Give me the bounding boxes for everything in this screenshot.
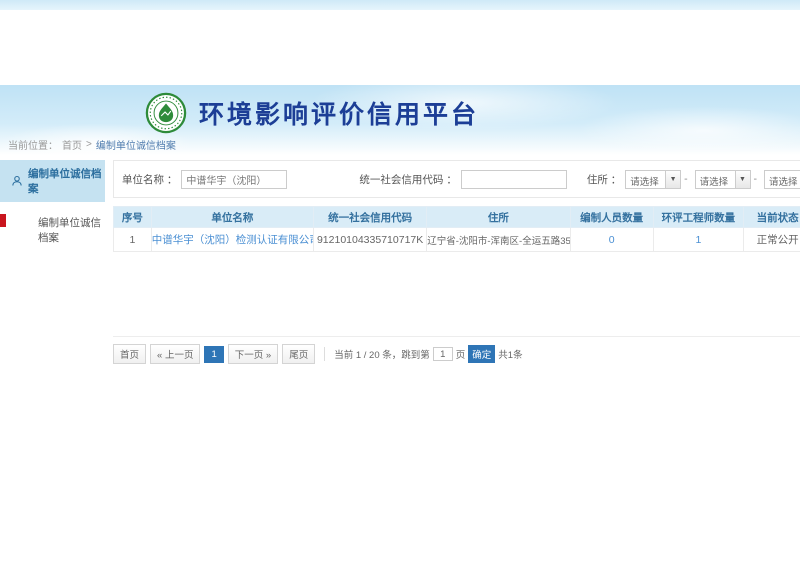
jump-page-input[interactable] [433,347,453,361]
mee-logo-icon [145,92,187,134]
col-staff-count: 编制人员数量 [570,207,653,228]
pagination: 首页 « 上一页 1 下一页 » 尾页 当前 1 / 20 条，跳到第 页 确定… [113,336,800,364]
breadcrumb-label: 当前位置： [8,137,58,152]
breadcrumb-home-link[interactable]: 首页 [62,137,82,152]
breadcrumb: 当前位置： 首页 > 编制单位诚信档案 [8,137,176,152]
unit-name-link[interactable]: 中谱华宇（沈阳）检测认证有限公司 [152,234,314,246]
first-page-button[interactable]: 首页 [113,344,146,364]
pager-info-suffix: 页 [456,347,466,361]
chevron-down-icon[interactable]: ▼ [665,171,680,188]
table-header-row: 序号 单位名称 统一社会信用代码 住所 编制人员数量 环评工程师数量 当前状态 … [114,207,800,228]
page-title: 环境影响评价信用平台 [199,95,479,131]
header-band: 环境影响评价信用平台 当前位置： 首页 > 编制单位诚信档案 [0,85,800,155]
col-status: 当前状态 [744,207,800,228]
total-count: 共1条 [498,347,522,361]
pager-info: 当前 1 / 20 条，跳到第 页 确定 共1条 [334,345,522,363]
staff-count-link[interactable]: 0 [609,234,615,246]
credit-code-input[interactable] [461,170,567,189]
address-label: 住所 ： [587,172,621,187]
unit-name-input[interactable] [181,170,287,189]
search-panel: 单位名称 ： 统一社会信用代码 ： 住所 ： 请选择 ▼ - 请选择 ▼ - 请… [113,160,800,198]
cell-address: 辽宁省-沈阳市-浑南区-全运五路35-1号楼902 [427,228,570,252]
unit-name-label: 单位名称 ： [122,172,177,187]
active-item-marker [0,214,6,227]
cell-credit-code: 91210104335710717K [314,228,427,252]
table-row: 1 中谱华宇（沈阳）检测认证有限公司 91210104335710717K 辽宁… [114,228,800,252]
credit-code-label: 统一社会信用代码 ： [359,172,456,187]
main-content: 单位名称 ： 统一社会信用代码 ： 住所 ： 请选择 ▼ - 请选择 ▼ - 请… [113,160,800,364]
user-icon [11,175,23,187]
cell-status: 正常公开 [744,228,800,252]
jump-confirm-button[interactable]: 确定 [468,345,495,363]
pager-info-prefix: 当前 1 / 20 条，跳到第 [334,347,430,361]
page-1-button[interactable]: 1 [204,346,223,363]
top-sky-strip [0,0,800,10]
content-layout: 编制单位诚信档案 编制单位诚信档案 单位名称 ： 统一社会信用代码 ： 住所 ：… [0,160,800,364]
district-select[interactable]: 请选择 ▼ [764,170,800,189]
engineer-count-link[interactable]: 1 [695,234,701,246]
sidebar: 编制单位诚信档案 编制单位诚信档案 [0,160,105,364]
last-page-button[interactable]: 尾页 [282,344,315,364]
city-select-value: 请选择 [696,171,735,188]
district-select-value: 请选择 [765,171,800,188]
cell-index: 1 [114,228,152,252]
sidebar-item-credit-archive[interactable]: 编制单位诚信档案 [0,211,105,249]
col-index: 序号 [114,207,152,228]
next-page-button[interactable]: 下一页 » [228,344,278,364]
brand: 环境影响评价信用平台 [0,85,800,134]
pager-divider [324,347,325,361]
chevron-down-icon[interactable]: ▼ [735,171,750,188]
col-unit-name: 单位名称 [151,207,313,228]
col-engineer-count: 环评工程师数量 [653,207,744,228]
city-select[interactable]: 请选择 ▼ [695,170,751,189]
province-select-value: 请选择 [626,171,665,188]
breadcrumb-current: 编制单位诚信档案 [96,137,176,152]
sidebar-header-records[interactable]: 编制单位诚信档案 [0,160,105,202]
sidebar-header-label: 编制单位诚信档案 [28,166,103,196]
breadcrumb-separator: > [86,139,92,150]
results-table: 序号 单位名称 统一社会信用代码 住所 编制人员数量 环评工程师数量 当前状态 … [113,206,800,252]
select-separator: - [754,173,758,185]
col-credit-code: 统一社会信用代码 [314,207,427,228]
province-select[interactable]: 请选择 ▼ [625,170,681,189]
header-whitespace [0,10,800,85]
sidebar-item-label: 编制单位诚信档案 [38,217,101,244]
prev-page-button[interactable]: « 上一页 [150,344,200,364]
col-address: 住所 [427,207,570,228]
select-separator: - [684,173,688,185]
